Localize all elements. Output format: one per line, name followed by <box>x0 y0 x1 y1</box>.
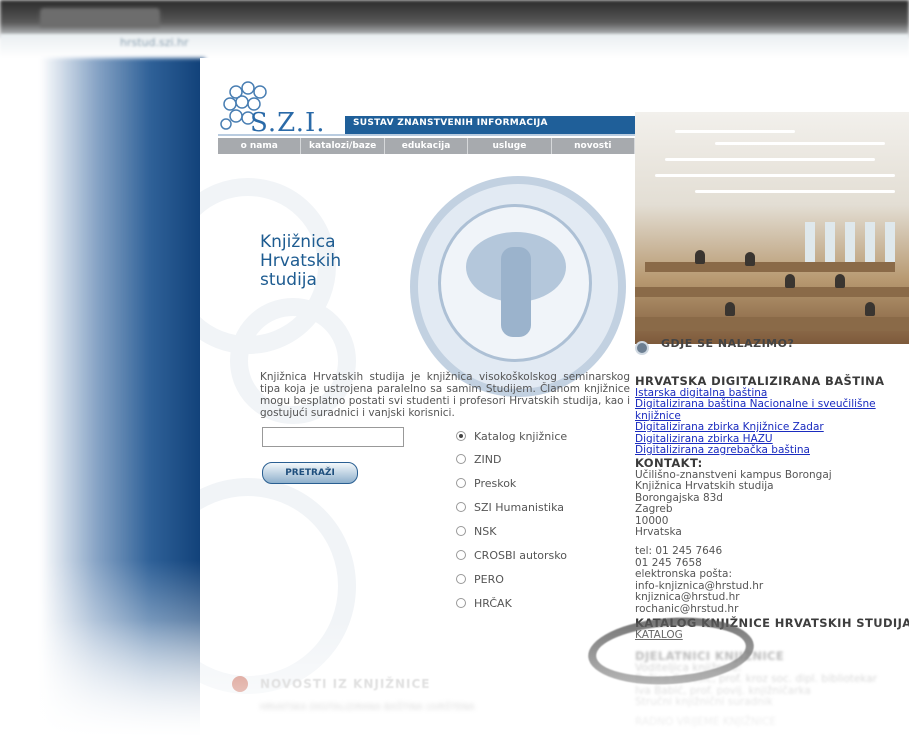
radio-button[interactable] <box>456 526 466 536</box>
heritage-link[interactable]: Digitalizirana zagrebačka baština <box>635 444 884 457</box>
page-title: Knjižnica Hrvatskih studija <box>260 232 342 290</box>
heritage-link[interactable]: Digitalizirana baština Nacionalne i sveu… <box>635 398 884 411</box>
nav-katalozi-baze[interactable]: katalozi/baze <box>301 138 385 154</box>
heritage-section: HRVATSKA DIGITALIZIRANA BAŠTINA Istarska… <box>635 374 885 457</box>
radio-button[interactable] <box>456 574 466 584</box>
radio-button[interactable] <box>456 550 466 560</box>
browser-titlebar <box>0 0 909 38</box>
nav-usluge[interactable]: usluge <box>468 138 552 154</box>
search-input[interactable] <box>262 427 404 447</box>
radio-button[interactable] <box>456 502 466 512</box>
main-nav: o nama katalozi/baze edukacija usluge no… <box>218 138 636 154</box>
radio-button[interactable] <box>456 478 466 488</box>
news-bullet-icon <box>232 676 248 692</box>
contact-section: KONTAKT: Učilišno-znanstveni kampus Boro… <box>635 456 832 538</box>
nav-novosti[interactable]: novosti <box>552 138 636 154</box>
radio-button-selected[interactable] <box>456 431 466 441</box>
phone-section: tel: 01 245 7646 01 245 7658 elektronska… <box>635 545 764 616</box>
library-photo <box>635 112 909 344</box>
library-description: Knjižnica Hrvatskih studija je knjižnica… <box>260 371 630 419</box>
decorative-circle <box>200 478 356 694</box>
radio-button[interactable] <box>456 454 466 464</box>
search-button[interactable]: PRETRAŽI <box>262 462 358 484</box>
banner-divider <box>218 134 635 136</box>
heritage-title: HRVATSKA DIGITALIZIRANA BAŠTINA <box>635 374 885 388</box>
news-item[interactable]: HRVATSKA DIGITALIZIRANA BAŠTINA UVRŠTENA <box>260 703 475 713</box>
location-bullet-icon <box>635 341 649 355</box>
contact-title: KONTAKT: <box>635 456 703 470</box>
library-seal-icon <box>410 176 626 397</box>
news-title[interactable]: NOVOSTI IZ KNJIŽNICE <box>260 677 431 691</box>
nav-edukacija[interactable]: edukacija <box>385 138 469 154</box>
banner-text: SUSTAV ZNANSTVENIH INFORMACIJA <box>353 118 548 128</box>
heritage-link[interactable]: Digitalizirana zbirka Knjižnice Zadar <box>635 421 884 434</box>
header-banner: SUSTAV ZNANSTVENIH INFORMACIJA <box>345 116 635 134</box>
email-link[interactable]: rochanic@hrstud.hr <box>635 603 763 616</box>
browser-tab[interactable] <box>40 8 160 28</box>
left-fade <box>0 560 205 737</box>
web-page: S.Z.I. SUSTAV ZNANSTVENIH INFORMACIJA o … <box>200 58 909 737</box>
email-link[interactable]: knjiznica@hrstud.hr <box>635 591 763 604</box>
radio-button[interactable] <box>456 598 466 608</box>
address-bar[interactable]: hrstud.szi.hr <box>120 36 189 49</box>
nav-o-nama[interactable]: o nama <box>218 138 302 154</box>
